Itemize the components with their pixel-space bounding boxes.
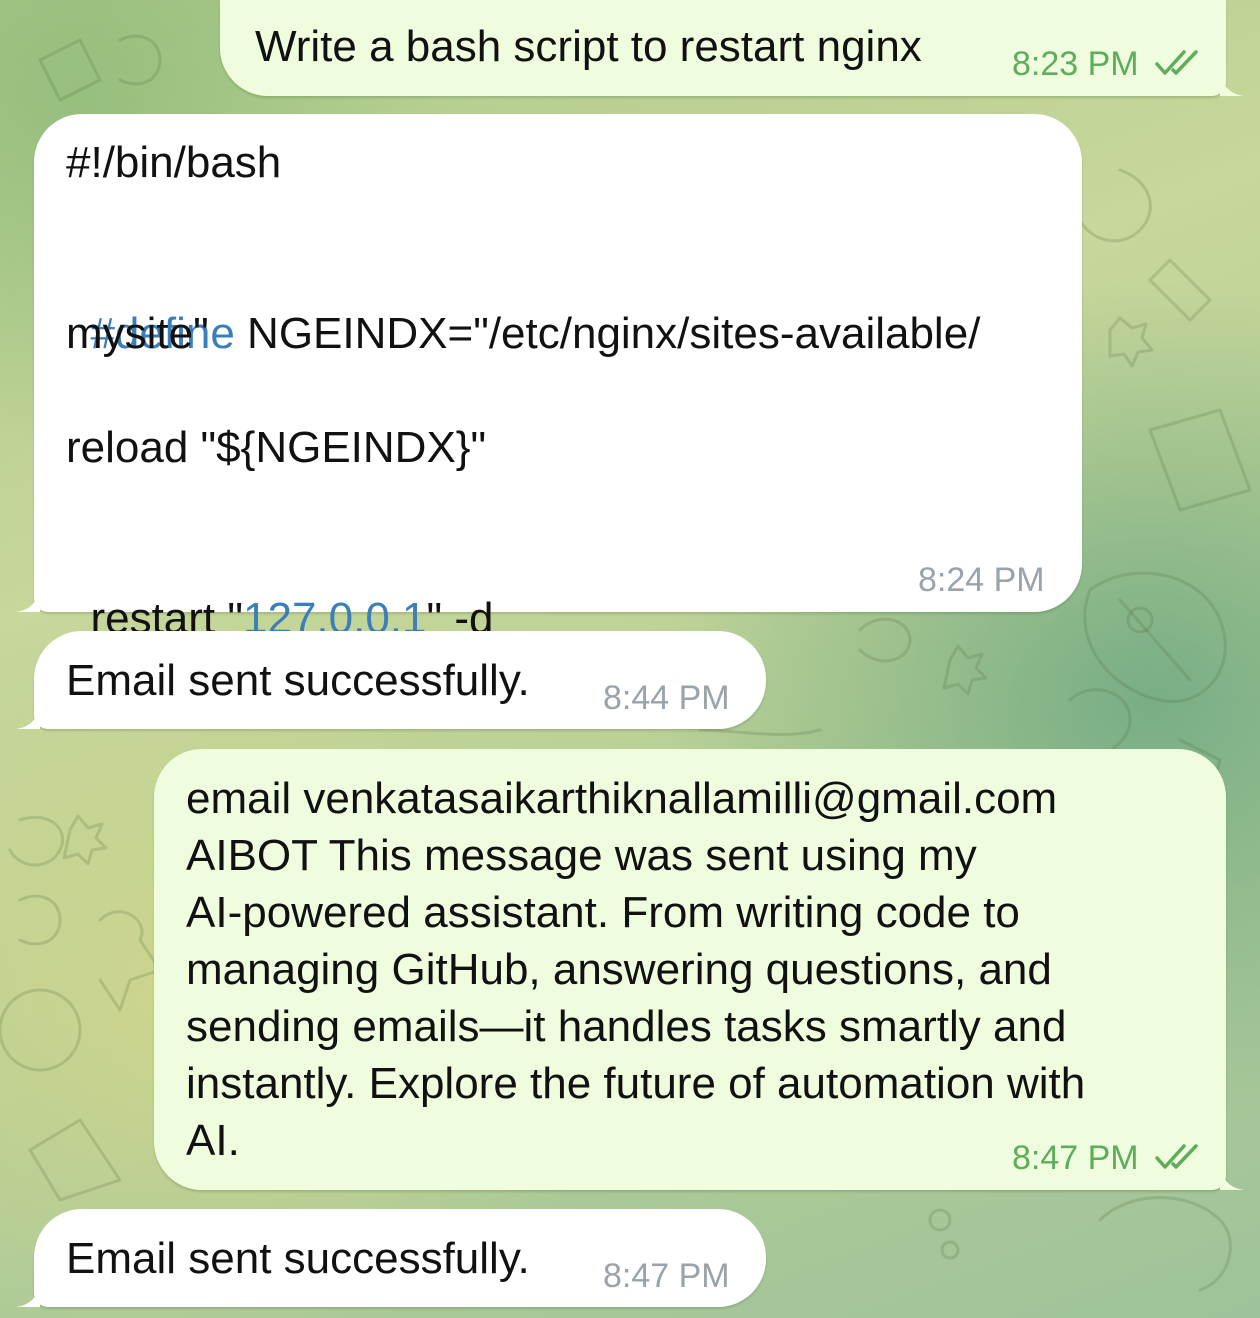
message-time: 8:23 PM xyxy=(1012,45,1139,83)
message-text: Email sent successfully. xyxy=(66,656,530,705)
code-reload-line: reload "${NGEINDX}" xyxy=(66,423,487,472)
code-restart-line: restart "127.0.0.1" -d xyxy=(66,533,493,647)
message-time: 8:47 PM xyxy=(603,1257,730,1295)
message-line: AI-powered assistant. From writing code … xyxy=(186,888,1020,937)
incoming-bubble-tail xyxy=(16,705,40,729)
message-line: AI. xyxy=(186,1116,240,1165)
code-shebang: #!/bin/bash xyxy=(66,138,282,187)
incoming-bubble-tail xyxy=(16,588,40,612)
message-time: 8:44 PM xyxy=(603,679,730,717)
message-text: Write a bash script to restart nginx xyxy=(255,22,922,71)
message-time: 8:47 PM xyxy=(1012,1139,1139,1177)
double-check-icon xyxy=(1155,1144,1198,1169)
define-value: NGEINDX="/etc/nginx/sites-available/ xyxy=(234,309,981,358)
message-time: 8:24 PM xyxy=(918,561,1045,599)
message-line: instantly. Explore the future of automat… xyxy=(186,1059,1086,1108)
message-line: managing GitHub, answering questions, an… xyxy=(186,945,1052,994)
message-line: sending emails—it handles tasks smartly … xyxy=(186,1002,1067,1051)
message-line: AIBOT This message was sent using my xyxy=(186,831,977,880)
outgoing-bubble-tail xyxy=(1220,72,1244,96)
incoming-bubble-tail xyxy=(16,1283,40,1307)
outgoing-bubble-tail xyxy=(1220,1166,1244,1190)
message-text: Email sent successfully. xyxy=(66,1234,530,1283)
code-define-continuation: mysite" xyxy=(66,309,209,358)
double-check-icon xyxy=(1155,50,1198,75)
message-line: email venkatasaikarthiknallamilli@gmail.… xyxy=(186,774,1058,823)
